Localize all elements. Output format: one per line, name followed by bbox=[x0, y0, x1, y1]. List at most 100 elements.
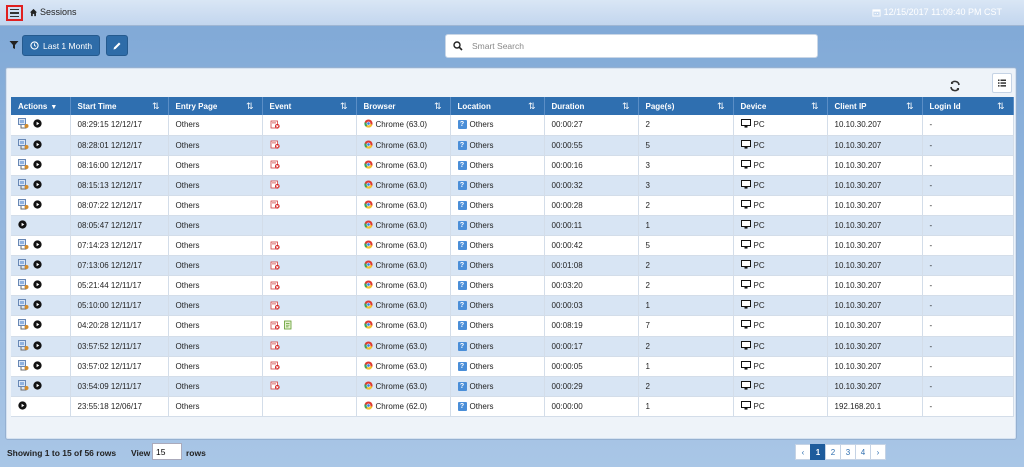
prev-page-button[interactable]: ‹ bbox=[795, 444, 811, 460]
next-page-button[interactable]: › bbox=[870, 444, 886, 460]
error-event-icon[interactable] bbox=[270, 360, 280, 372]
search-input[interactable] bbox=[472, 41, 802, 51]
sort-icon[interactable]: ⇅ bbox=[811, 101, 819, 112]
error-event-icon[interactable] bbox=[270, 280, 280, 292]
column-header-device[interactable]: Device ⇅ bbox=[733, 97, 828, 115]
session-replay-icon[interactable] bbox=[18, 239, 29, 252]
cell-login-id: - bbox=[922, 356, 1014, 377]
table-row[interactable]: 07:14:23 12/12/17 Others Chrome (63.0)? Oth… bbox=[11, 235, 1014, 257]
session-replay-icon[interactable] bbox=[18, 359, 29, 373]
play-icon[interactable] bbox=[33, 280, 42, 291]
column-list-button[interactable] bbox=[992, 73, 1012, 93]
play-icon[interactable] bbox=[33, 381, 42, 392]
error-event-icon[interactable] bbox=[270, 300, 280, 312]
table-row[interactable]: 08:15:13 12/12/17 Others Chrome (63.0)? Oth… bbox=[11, 175, 1014, 196]
play-icon[interactable] bbox=[33, 260, 42, 271]
table-row[interactable]: 04:20:28 12/11/17 Others Chrome (63.0)? Oth… bbox=[11, 315, 1014, 337]
pages-text: 2 bbox=[645, 281, 650, 291]
sort-icon[interactable]: ⇅ bbox=[622, 101, 630, 112]
table-row[interactable]: 03:54:09 12/11/17 Others Chrome (63.0)? Oth… bbox=[11, 376, 1014, 397]
column-header-event[interactable]: Event ⇅ bbox=[262, 97, 357, 115]
cell-actions bbox=[11, 155, 71, 176]
sort-icon[interactable]: ⇅ bbox=[340, 101, 348, 112]
sort-icon[interactable]: ⇅ bbox=[152, 101, 160, 112]
page-2-button[interactable]: 2 bbox=[825, 444, 841, 460]
error-event-icon[interactable] bbox=[270, 260, 280, 272]
error-event-icon[interactable] bbox=[270, 240, 280, 252]
error-event-icon[interactable] bbox=[270, 199, 280, 211]
page-4-button[interactable]: 4 bbox=[855, 444, 871, 460]
play-icon[interactable] bbox=[33, 119, 42, 130]
session-replay-icon[interactable] bbox=[18, 379, 29, 393]
column-header-login-id[interactable]: Login Id ⇅ bbox=[922, 97, 1014, 115]
session-replay-icon[interactable] bbox=[18, 319, 29, 332]
play-icon[interactable] bbox=[33, 180, 42, 191]
page-1-button[interactable]: 1 bbox=[810, 444, 826, 460]
refresh-icon[interactable] bbox=[949, 80, 961, 92]
column-header-start-time[interactable]: Start Time ⇅ bbox=[70, 97, 169, 115]
session-replay-icon[interactable] bbox=[18, 279, 29, 292]
session-replay-icon[interactable] bbox=[18, 198, 29, 212]
hamburger-menu-icon[interactable] bbox=[6, 5, 23, 21]
sort-icon[interactable]: ⇅ bbox=[246, 101, 254, 112]
table-row[interactable]: 08:28:01 12/12/17 Others Chrome (63.0)? Oth… bbox=[11, 135, 1014, 156]
play-icon[interactable] bbox=[33, 300, 42, 311]
sort-icon[interactable]: ⇅ bbox=[528, 101, 536, 112]
edit-button[interactable] bbox=[106, 35, 128, 56]
filter-icon[interactable] bbox=[9, 40, 19, 50]
play-icon[interactable] bbox=[33, 200, 42, 211]
session-replay-icon[interactable] bbox=[18, 118, 29, 131]
play-icon[interactable] bbox=[33, 160, 42, 171]
column-header-page-s[interactable]: Page(s) ⇅ bbox=[638, 97, 734, 115]
column-header-actions[interactable]: Actions ▼ bbox=[11, 97, 71, 115]
error-event-icon[interactable] bbox=[270, 380, 280, 392]
table-row[interactable]: 03:57:02 12/11/17 Others Chrome (63.0)? Oth… bbox=[11, 356, 1014, 377]
error-event-icon[interactable] bbox=[270, 179, 280, 191]
play-icon[interactable] bbox=[33, 361, 42, 372]
table-row[interactable]: 08:05:47 12/12/17 Others Chrome (63.0)? Oth… bbox=[11, 215, 1014, 237]
play-icon[interactable] bbox=[33, 140, 42, 151]
caret-down-icon[interactable]: ▼ bbox=[50, 104, 57, 111]
play-icon[interactable] bbox=[33, 240, 42, 251]
play-icon[interactable] bbox=[18, 401, 27, 412]
sort-icon[interactable]: ⇅ bbox=[717, 101, 725, 112]
play-icon[interactable] bbox=[33, 320, 42, 331]
error-event-icon[interactable] bbox=[270, 340, 280, 352]
session-replay-icon[interactable] bbox=[18, 339, 29, 353]
column-header-entry-page[interactable]: Entry Page ⇅ bbox=[168, 97, 263, 115]
document-event-icon[interactable] bbox=[283, 320, 293, 332]
cell-entry-page: Others bbox=[168, 155, 263, 176]
play-icon[interactable] bbox=[18, 220, 27, 231]
session-replay-icon[interactable] bbox=[18, 178, 29, 192]
play-icon[interactable] bbox=[33, 340, 42, 352]
error-event-icon[interactable] bbox=[270, 159, 280, 171]
sort-icon[interactable]: ⇅ bbox=[434, 101, 442, 112]
session-replay-icon[interactable] bbox=[18, 158, 29, 172]
session-replay-icon[interactable] bbox=[18, 138, 29, 152]
table-row[interactable]: 23:55:18 12/06/17 Others Chrome (62.0)? Oth… bbox=[11, 396, 1014, 417]
table-row[interactable]: 07:13:06 12/12/17 Others Chrome (63.0)? Oth… bbox=[11, 255, 1014, 277]
column-header-duration[interactable]: Duration ⇅ bbox=[544, 97, 639, 115]
error-event-icon[interactable] bbox=[270, 320, 280, 332]
sort-icon[interactable]: ⇅ bbox=[997, 101, 1005, 112]
table-row[interactable]: 08:29:15 12/12/17 Others Chrome (63.0)? Oth… bbox=[11, 115, 1014, 136]
unknown-location-icon: ? bbox=[457, 180, 467, 190]
column-header-client-ip[interactable]: Client IP ⇅ bbox=[827, 97, 923, 115]
error-event-icon[interactable] bbox=[270, 119, 280, 131]
sort-icon[interactable]: ⇅ bbox=[906, 101, 914, 112]
table-row[interactable]: 05:21:44 12/11/17 Others Chrome (63.0)? Oth… bbox=[11, 275, 1014, 297]
date-range-button[interactable]: Last 1 Month bbox=[22, 35, 100, 56]
page-3-button[interactable]: 3 bbox=[840, 444, 856, 460]
session-replay-icon[interactable] bbox=[18, 299, 29, 312]
smart-search[interactable] bbox=[445, 34, 818, 58]
column-header-location[interactable]: Location ⇅ bbox=[450, 97, 545, 115]
page-size-input[interactable] bbox=[152, 443, 182, 460]
table-row[interactable]: 08:16:00 12/12/17 Others Chrome (63.0)? Oth… bbox=[11, 155, 1014, 176]
table-row[interactable]: 05:10:00 12/11/17 Others Chrome (63.0)? Oth… bbox=[11, 295, 1014, 317]
column-header-browser[interactable]: Browser ⇅ bbox=[356, 97, 451, 115]
error-event-icon[interactable] bbox=[270, 139, 280, 151]
monitor-icon bbox=[740, 159, 751, 171]
session-replay-icon[interactable] bbox=[18, 259, 29, 272]
table-row[interactable]: 03:57:52 12/11/17 Others Chrome (63.0)? Oth… bbox=[11, 336, 1014, 357]
table-row[interactable]: 08:07:22 12/12/17 Others Chrome (63.0)? Oth… bbox=[11, 195, 1014, 216]
